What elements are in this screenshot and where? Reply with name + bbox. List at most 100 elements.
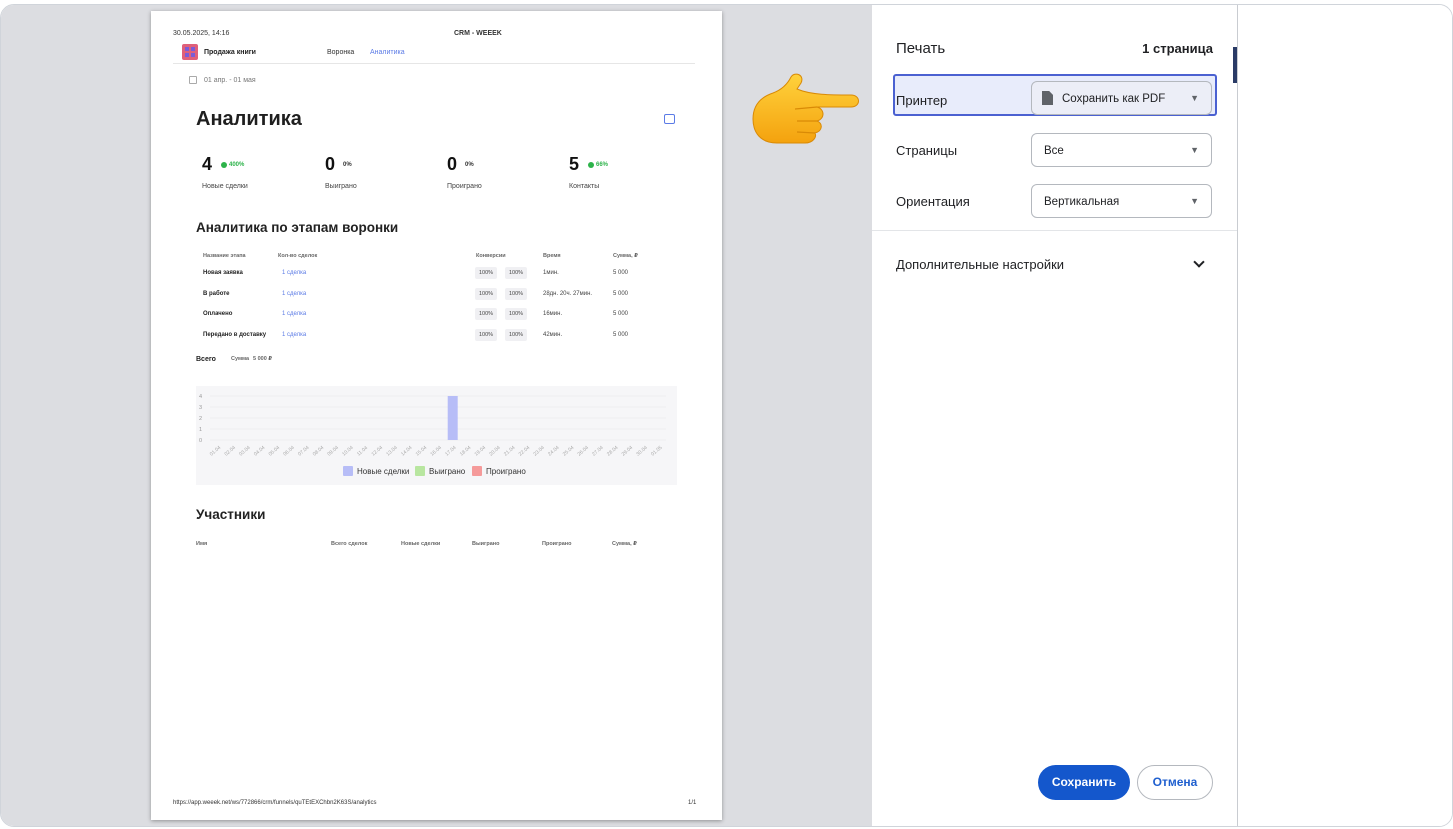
x-tick-label: 16.04 — [429, 445, 443, 458]
funnel-deal-count: 1 сделка — [282, 331, 307, 338]
y-tick-label: 1 — [199, 427, 202, 433]
x-tick-label: 18.04 — [459, 445, 473, 458]
funnel-time: 42мин. — [543, 331, 563, 338]
kpi-change: 400% — [229, 162, 245, 168]
funnel-deal-count: 1 сделка — [282, 290, 307, 297]
funnel-sum: 5 000 — [613, 311, 629, 317]
funnel-conversion: 100% — [475, 328, 498, 341]
x-tick-label: 13.04 — [385, 445, 399, 458]
x-tick-label: 17.04 — [444, 445, 458, 458]
y-tick-label: 4 — [199, 394, 202, 400]
x-tick-label: 11.04 — [356, 445, 369, 458]
legend-swatch — [472, 466, 482, 476]
kpi-change: 0% — [465, 162, 474, 168]
page-count: 1 страница — [1142, 41, 1213, 56]
printer-label: Принтер — [896, 93, 948, 108]
funnel-stage-name: В работе — [203, 290, 230, 297]
x-tick-label: 26.04 — [577, 445, 591, 458]
x-tick-label: 03.04 — [238, 445, 252, 458]
x-tick-label: 01.05 — [650, 445, 664, 458]
x-tick-label: 20.04 — [488, 445, 502, 458]
pages-select[interactable]: Все ▼ — [1031, 133, 1212, 167]
caret-down-icon: ▼ — [1190, 145, 1199, 155]
header-title: CRM - WEEEK — [454, 30, 502, 37]
kpi-change: 0% — [343, 162, 352, 168]
funnel-conversion: 100% — [505, 328, 528, 341]
kpi-value: 4 — [202, 154, 213, 174]
x-tick-label: 24.04 — [547, 445, 561, 458]
y-tick-label: 3 — [199, 405, 202, 411]
header-divider — [173, 63, 695, 64]
chart-bar — [447, 396, 458, 440]
x-tick-label: 05.04 — [268, 445, 282, 458]
pages-value: Все — [1044, 145, 1064, 157]
participants-col: Сумма, ₽ — [612, 541, 637, 547]
funnel-conversion: 100% — [505, 308, 528, 320]
funnel-time: 28дн. 20ч. 27мин. — [543, 290, 593, 297]
project-icon — [182, 44, 198, 60]
x-tick-label: 15.04 — [415, 445, 429, 458]
x-tick-label: 22.04 — [518, 445, 532, 458]
x-tick-label: 14.04 — [400, 445, 414, 458]
trend-up-icon — [221, 162, 227, 168]
participants-heading: Участники — [196, 507, 266, 522]
funnel-heading: Аналитика по этапам воронки — [196, 220, 399, 235]
participants-col: Всего сделок — [331, 541, 368, 547]
project-name: Продажа книги — [204, 49, 256, 56]
printer-select[interactable]: Сохранить как PDF ▼ — [1031, 81, 1212, 115]
x-tick-label: 27.04 — [591, 445, 605, 458]
legend-label: Выиграно — [429, 467, 466, 476]
x-tick-label: 21.04 — [503, 445, 517, 458]
funnel-sum: 5 000 — [613, 290, 629, 297]
deals-chart-svg: 0 1 2 3 4 01.04 02.04 03.04 04.04 05.04 06.04 07.04… — [199, 394, 666, 476]
participants-col: Проиграно — [542, 541, 572, 547]
printer-value: Сохранить как PDF — [1062, 93, 1166, 105]
y-tick-label: 0 — [199, 438, 202, 444]
settings-divider — [872, 230, 1237, 231]
save-button[interactable]: Сохранить — [1038, 765, 1130, 800]
caret-down-icon: ▼ — [1190, 93, 1199, 103]
funnel-sum: 5 000 — [613, 270, 629, 276]
cancel-button[interactable]: Отмена — [1137, 765, 1213, 800]
funnel-deal-count: 1 сделка — [282, 270, 307, 276]
footer-page-number: 1/1 — [688, 800, 697, 806]
kpi-label: Новые сделки — [202, 183, 248, 190]
orientation-select[interactable]: Вертикальная ▼ — [1031, 184, 1212, 218]
funnel-time: 1мин. — [543, 270, 559, 276]
funnel-conversion: 100% — [505, 287, 528, 300]
kpi-value: 0 — [447, 154, 458, 174]
background-strip — [1237, 5, 1452, 826]
kpi-label: Проиграно — [447, 183, 482, 190]
legend-swatch — [415, 466, 425, 476]
x-tick-label: 08.04 — [312, 445, 326, 458]
legend-label: Новые сделки — [357, 467, 409, 476]
x-tick-label: 09.04 — [326, 445, 340, 458]
kpi-value: 5 — [569, 154, 580, 174]
x-tick-label: 30.04 — [635, 445, 649, 458]
funnel-deal-count: 1 сделка — [282, 311, 307, 317]
calendar-icon — [189, 76, 197, 84]
deals-chart: 0 1 2 3 4 01.04 02.04 03.04 04.04 05.04 06.04 07.04… — [196, 386, 677, 485]
trend-up-icon — [588, 162, 594, 168]
participants-col: Имя — [196, 541, 208, 547]
date-range: 01 апр. - 01 мая — [204, 77, 256, 84]
x-tick-label: 04.04 — [253, 445, 267, 458]
print-settings-panel: Печать 1 страница Принтер Сохранить как … — [872, 5, 1237, 826]
funnel-conversion: 100% — [505, 267, 528, 279]
x-tick-label: 10.04 — [341, 445, 355, 458]
chevron-down-icon[interactable] — [1193, 256, 1205, 268]
legend-label: Проиграно — [486, 467, 526, 476]
orientation-value: Вертикальная — [1044, 196, 1120, 208]
more-settings-toggle[interactable]: Дополнительные настройки — [896, 257, 1064, 272]
col-conversion: Конверсии — [476, 253, 506, 259]
participants-col: Выиграно — [472, 541, 500, 547]
nav-funnel-tab: Воронка — [327, 49, 355, 56]
document-icon — [1042, 91, 1053, 105]
y-tick-label: 2 — [199, 416, 202, 422]
x-tick-label: 12.04 — [371, 445, 385, 458]
funnel-stage-name: Оплачено — [203, 311, 233, 317]
kpi-change: 66% — [596, 162, 609, 168]
funnel-sum: 5 000 — [613, 331, 629, 338]
header-datetime: 30.05.2025, 14:16 — [173, 30, 230, 37]
print-preview-area: 30.05.2025, 14:16 CRM - WEEEK Продажа кн… — [1, 5, 872, 826]
